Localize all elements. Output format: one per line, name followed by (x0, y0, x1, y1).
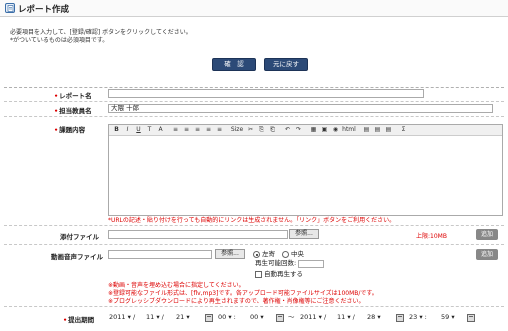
separator (4, 244, 504, 245)
separator (4, 306, 504, 307)
align-left-label: 左寄 (262, 250, 275, 258)
teacher-input[interactable]: 大隈 十郎 (108, 104, 493, 113)
editor-toolbar: B I U T A ≡ ≡ ≡ ≡ ≡ Size ✂ ⎘ ⎗ ↶ ↷ ▦ ▣ ◉ html ▤ ▤ ▤ Σ (109, 125, 502, 136)
toolbar-button[interactable]: Σ (399, 126, 408, 134)
content-editor[interactable]: B I U T A ≡ ≡ ≡ ≡ ≡ Size ✂ ⎘ ⎗ ↶ ↷ ▦ ▣ ◉ html ▤ ▤ ▤ Σ (108, 124, 503, 216)
media-browse-button[interactable]: 参照... (215, 249, 245, 259)
toolbar-button[interactable]: ≡ (182, 126, 191, 134)
repeat-count-input[interactable] (298, 260, 324, 268)
url-note: *URLの記述・貼り付けを行っても自動的にリンクは生成されません。「リンク」ボタ… (108, 217, 396, 224)
media-add-button[interactable]: 追加 (476, 249, 498, 260)
instruction-line-2: *がついているものは必須項目です。 (10, 37, 109, 44)
media-note-3: ※プログレッシブダウンロードにより再生されますので、著作権・肖像権等にご注意くだ… (108, 298, 365, 305)
document-icon (5, 3, 15, 13)
toolbar-button[interactable]: ▤ (373, 126, 382, 134)
start-month-select[interactable]: 11 ▾ / (146, 313, 164, 322)
separator (4, 116, 504, 117)
media-label: 動画音声ファイル (51, 253, 103, 261)
start-clock-icon[interactable] (276, 314, 284, 322)
toolbar-button[interactable]: ▤ (384, 126, 393, 134)
toolbar-button[interactable]: ↷ (294, 126, 303, 134)
attachment-limit: 上限:10MB (416, 233, 447, 240)
back-button[interactable]: 元に戻す (264, 58, 308, 71)
toolbar-button[interactable]: A (156, 126, 165, 134)
end-minute-select[interactable]: 59 ▾ (441, 313, 455, 322)
content-label: •課題内容 (54, 126, 86, 134)
align-left-radio[interactable] (253, 251, 260, 258)
end-month-select[interactable]: 11 ▾ / (337, 313, 355, 322)
start-minute-select[interactable]: 00 ▾ (250, 313, 264, 322)
toolbar-button[interactable]: ⎘ (257, 126, 266, 134)
end-clock-icon[interactable] (467, 314, 475, 322)
toolbar-button[interactable]: ≡ (171, 126, 180, 134)
separator (4, 101, 504, 102)
period-label: •提出期間 (63, 316, 95, 324)
toolbar-button[interactable]: ▣ (320, 126, 329, 134)
separator (4, 225, 504, 226)
end-calendar-icon[interactable] (396, 314, 404, 322)
start-calendar-icon[interactable] (205, 314, 213, 322)
start-year-select[interactable]: 2011 ▾ / (109, 313, 135, 322)
end-hour-select[interactable]: 23 ▾ : (409, 313, 427, 322)
attachment-path-input[interactable] (108, 230, 288, 239)
title-bar: レポート作成 (0, 0, 508, 17)
toolbar-button[interactable]: html (342, 126, 356, 134)
toolbar-button[interactable]: ≡ (215, 126, 224, 134)
toolbar-button[interactable]: ≡ (193, 126, 202, 134)
teacher-label: •担当教員名 (54, 107, 92, 115)
toolbar-button[interactable]: ≡ (204, 126, 213, 134)
align-center-radio[interactable] (282, 251, 289, 258)
toolbar-button[interactable]: ▤ (362, 126, 371, 134)
autoplay-label: 自動再生する (264, 270, 303, 278)
report-name-label: •レポート名 (54, 92, 92, 100)
toolbar-button[interactable]: ⎗ (268, 126, 277, 134)
toolbar-button[interactable]: ▦ (309, 126, 318, 134)
report-name-input[interactable] (108, 89, 424, 98)
confirm-button[interactable]: 確 認 (212, 58, 256, 71)
attachment-label: 添付ファイル (60, 233, 99, 241)
toolbar-button[interactable]: ↶ (283, 126, 292, 134)
toolbar-button[interactable]: ✂ (246, 126, 255, 134)
period-tilde: 〜 (288, 313, 295, 321)
toolbar-button[interactable]: Size (230, 126, 244, 134)
toolbar-button[interactable]: U (134, 126, 143, 134)
start-day-select[interactable]: 21 ▾ (176, 313, 190, 322)
align-center-label: 中央 (291, 250, 304, 258)
toolbar-button[interactable]: T (145, 126, 154, 134)
start-hour-select[interactable]: 00 ▾ : (218, 313, 236, 322)
end-year-select[interactable]: 2011 ▾ / (300, 313, 326, 322)
page-title: レポート作成 (18, 5, 70, 15)
toolbar-button[interactable]: B (112, 126, 121, 134)
repeat-label: 再生可能回数: (255, 259, 297, 267)
autoplay-checkbox[interactable] (255, 271, 262, 278)
attachment-browse-button[interactable]: 参照... (289, 229, 319, 239)
attachment-add-button[interactable]: 追加 (476, 229, 498, 240)
toolbar-button[interactable]: I (123, 126, 132, 134)
toolbar-button[interactable]: ◉ (331, 126, 340, 134)
media-path-input[interactable] (108, 250, 212, 259)
end-day-select[interactable]: 28 ▾ (367, 313, 381, 322)
